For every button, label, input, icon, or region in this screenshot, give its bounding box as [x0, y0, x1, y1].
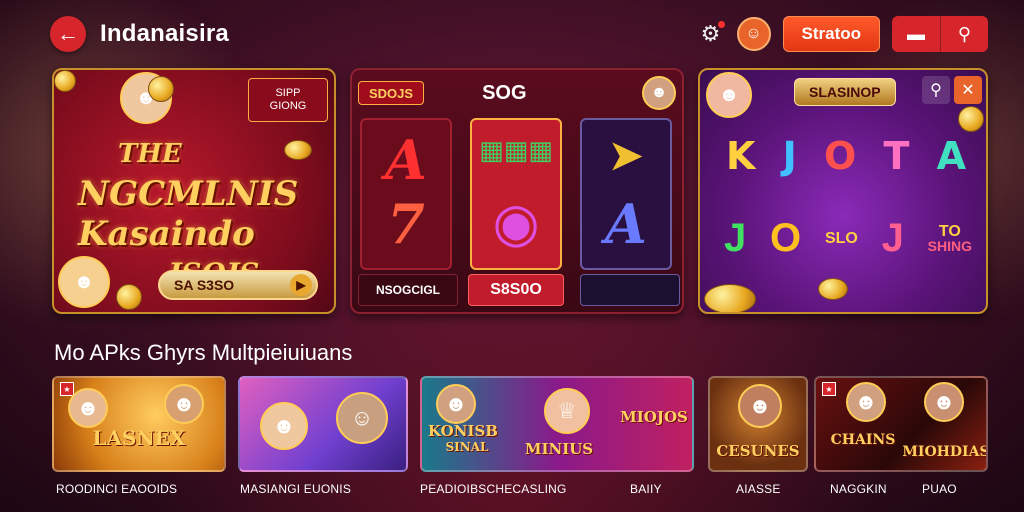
promo-banner-3[interactable]: ☻ SLASINOP ⚲ ✕ K J O T A J O SLO J TO SH…	[698, 68, 988, 314]
banner2-button-3[interactable]	[580, 274, 680, 306]
game-caption-5b: PUAO	[922, 482, 957, 496]
title-line1: THE	[118, 139, 182, 169]
coin-icon	[818, 278, 848, 300]
game-title-b: MINIUS	[524, 440, 594, 458]
game-caption-1: ROODINCI EAOOIDS	[56, 482, 178, 496]
game-title: CESUNES	[716, 442, 800, 460]
promo-banner-1[interactable]: ☻ SIPP GIONG THE NGCMLNIS Kasaindo JSOJS…	[52, 68, 336, 314]
section-title: Mo APks Ghyrs Multpieiuiuans	[54, 340, 353, 365]
shing-text: SHING	[927, 237, 972, 254]
banner2-tag: SDOJS	[358, 81, 425, 105]
hot-badge-icon: ★	[60, 382, 74, 396]
badge-line1: SIPP	[275, 87, 301, 99]
promo-banner-2[interactable]: SDOJS SOG ☻ A 7 ▦▦▦ ◉ ➤ A NSOGCIGL S8S0O	[350, 68, 684, 314]
slot-reel-2: ▦▦▦ ◉	[470, 118, 562, 270]
menu-icon[interactable]: ▬	[892, 16, 940, 52]
title-line2: NGCMLNIS	[78, 174, 299, 214]
woman-portrait-icon: ☻	[68, 388, 108, 428]
banner1-action-pill[interactable]: SA S3SO ▶	[158, 270, 318, 300]
game-tile-3[interactable]: ☻ KONISB SINAL ♕ MINIUS MIOJOS	[420, 376, 694, 472]
banner2-button-2[interactable]: S8S0O	[468, 274, 564, 306]
letter-a-blue-symbol-icon: A	[605, 192, 647, 256]
slot-symbol-j2: J	[724, 216, 747, 260]
game-caption-2: MASIANGI EUONIS	[240, 482, 352, 496]
horned-man-portrait-icon: ☻	[738, 384, 782, 428]
gear-icon[interactable]: ⚙	[697, 20, 725, 48]
game-tile-5[interactable]: ★ ☻ ☻ CHAINS MIOHDIAS	[814, 376, 988, 472]
man-portrait-icon: ☻	[846, 382, 886, 422]
title-line3: Kasaindo	[78, 214, 255, 254]
game-tile-1[interactable]: ★ ☻ ☻ LASNEX	[52, 376, 226, 472]
woman-portrait-icon: ☻	[260, 402, 308, 450]
man-portrait-icon: ☻	[924, 382, 964, 422]
close-icon[interactable]: ✕	[954, 76, 982, 104]
man-portrait-icon: ☻	[642, 76, 676, 110]
blocks-symbol-icon: ▦▦▦	[479, 136, 553, 166]
arrow-right-icon: ▶	[290, 274, 312, 296]
banner3-title: SLASINOP	[794, 78, 896, 106]
promo-badge: SIPP GIONG	[248, 78, 328, 122]
number-7-symbol-icon: 7	[387, 192, 425, 256]
pill-text: SA S3SO	[174, 277, 235, 293]
banner2-header: SDOJS SOG ☻	[358, 76, 676, 110]
coin-icon	[116, 284, 142, 310]
top-bar: ← Indanaisira ⚙ ☺ Stratoo ▬ ⚲	[50, 12, 988, 56]
slot-reel-1: A 7	[360, 118, 452, 270]
hot-badge-icon: ★	[822, 382, 836, 396]
game-caption-4b: AIASSE	[736, 482, 781, 496]
queen-portrait-icon: ♕	[544, 388, 590, 434]
app-title: Indanaisira	[100, 20, 229, 47]
slot-symbol-j3: J	[881, 216, 904, 260]
slot-reel-3: ➤ A	[580, 118, 672, 270]
game-title: LASNEX	[92, 426, 186, 450]
game-title-a: KONISB	[428, 422, 498, 440]
coin-icon	[958, 106, 984, 132]
slot-symbol-to-shing: TO SHING	[927, 222, 972, 254]
avatar-icon[interactable]: ☺	[736, 17, 771, 51]
search-icon[interactable]: ⚲	[940, 16, 988, 52]
game-tile-2[interactable]: ☻ ☺	[238, 376, 408, 472]
man-portrait-icon: ☻	[164, 384, 204, 424]
banner2-button-1[interactable]: NSOGCIGL	[358, 274, 458, 306]
blonde-woman-portrait-icon: ☻	[58, 256, 110, 308]
coin-icon	[54, 70, 76, 92]
slot-symbol-o: O	[823, 134, 857, 178]
slot-symbol-j: J	[782, 134, 797, 178]
banner3-icons: ⚲ ✕	[922, 76, 982, 104]
slot-symbol-slo: SLO	[824, 229, 858, 247]
header-actions: ⚙ ☺ Stratoo ▬ ⚲	[697, 16, 988, 52]
to-text: TO	[938, 222, 961, 240]
game-title-a2: SINAL	[445, 440, 489, 454]
badge-line2: GIONG	[269, 100, 307, 112]
notification-dot	[717, 21, 725, 28]
back-arrow-icon[interactable]: ←	[50, 16, 86, 52]
game-caption-3: PEADIOIBSCHECASLING	[420, 482, 567, 496]
woman-portrait-icon: ☻	[706, 72, 752, 118]
slot-row-1: K J O T A	[726, 134, 966, 178]
game-caption-5a: NAGGKIN	[830, 482, 887, 496]
header-button-group: ▬ ⚲	[892, 16, 988, 52]
coin-icon	[148, 76, 174, 102]
game-caption-4a: BAIIY	[630, 482, 662, 496]
slot-symbol-k: K	[726, 134, 756, 178]
slot-symbol-a: A	[936, 134, 966, 178]
game-title-c: MIOJOS	[620, 408, 688, 426]
man-sunglasses-portrait-icon: ☺	[336, 392, 388, 444]
gold-leaf-symbol-icon: ➤	[609, 132, 643, 179]
coin-icon	[704, 284, 756, 312]
slot-symbol-t: T	[883, 134, 910, 178]
game-title-a: CHAINS	[830, 432, 896, 448]
ring-symbol-icon: ◉	[492, 190, 540, 254]
banner2-title: SOG	[482, 81, 527, 104]
slot-row-2: J O SLO J TO SHING	[724, 216, 972, 261]
game-tile-4[interactable]: ☻ CESUNES	[708, 376, 808, 472]
slot-symbol-o2: O	[770, 216, 802, 260]
man-portrait-icon: ☻	[436, 384, 476, 424]
start-button[interactable]: Stratoo	[782, 16, 880, 52]
game-title-b: MIOHDIAS	[902, 444, 988, 460]
letter-a-symbol-icon: A	[385, 128, 427, 192]
search-icon[interactable]: ⚲	[922, 76, 950, 104]
